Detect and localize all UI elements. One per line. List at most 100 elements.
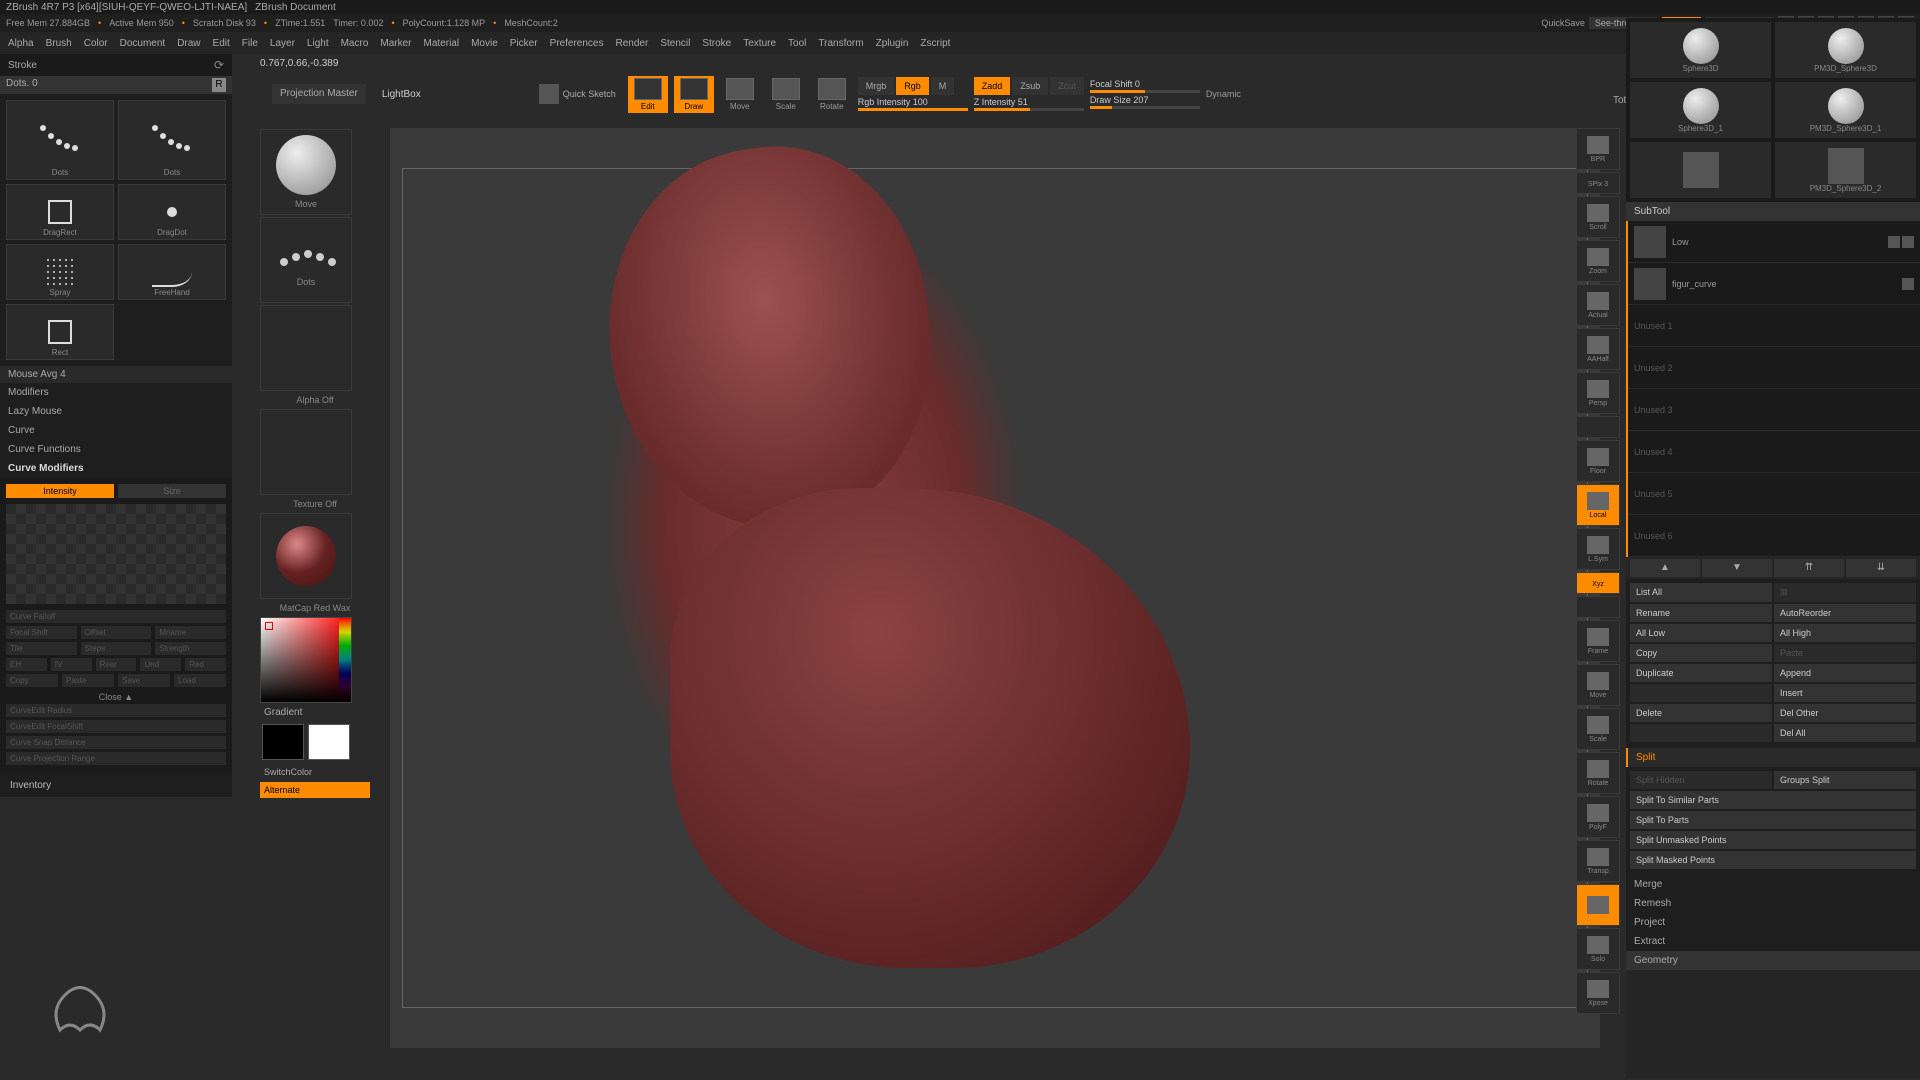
menu-color[interactable]: Color [84,38,108,49]
tool-thumb-5[interactable] [1630,142,1771,198]
subtool-item-unused2[interactable]: Unused 2 [1628,347,1920,389]
aahalf-tool[interactable]: AAHalf [1576,328,1620,370]
tool-thumb-2[interactable]: PM3D_Sphere3D [1775,22,1916,78]
load-btn[interactable]: Load [174,674,226,687]
hue-strip[interactable] [339,618,351,702]
copy-btn[interactable]: Copy [6,674,58,687]
subtool-item-low[interactable]: Low [1628,221,1920,263]
offset-slider[interactable]: Offset [81,626,152,639]
quicksketch-button[interactable]: Quick Sketch [533,82,622,106]
merge-section[interactable]: Merge [1626,875,1920,894]
save-btn[interactable]: Save [118,674,170,687]
delall-button[interactable]: Del All [1774,724,1916,742]
zsub-button[interactable]: Zsub [1012,77,1048,95]
stroke-dragrect[interactable]: Dots [118,100,226,180]
subtool-item-unused6[interactable]: Unused 6 [1628,515,1920,557]
tool-thumb-4[interactable]: PM3D_Sphere3D_1 [1775,82,1916,138]
curve-editor[interactable] [6,504,226,604]
scale-button[interactable]: Scale [766,76,806,113]
switchcolor-button[interactable]: SwitchColor [260,764,370,780]
menu-document[interactable]: Document [120,38,166,49]
alternate-button[interactable]: Alternate [260,782,370,798]
actual-tool[interactable]: Actual [1576,284,1620,326]
subtool-item-unused5[interactable]: Unused 5 [1628,473,1920,515]
stroke-preview[interactable]: Dots [260,217,352,303]
stroke-dragdot[interactable]: DragDot [118,184,226,240]
tool-thumb-1[interactable]: Sphere3D [1630,22,1771,78]
autoreorder-button[interactable]: AutoReorder [1774,604,1916,622]
stroke-spray[interactable]: Spray [6,244,114,300]
swatch-white[interactable] [308,724,350,760]
zoom-tool[interactable]: Zoom [1576,240,1620,282]
allhigh-button[interactable]: All High [1774,624,1916,642]
mouse-avg-slider[interactable]: Mouse Avg 4 [0,366,232,383]
subtool-item-unused4[interactable]: Unused 4 [1628,431,1920,473]
dynamic-toggle[interactable]: Dynamic [1206,89,1241,99]
groupssplit-button[interactable]: Groups Split [1774,771,1916,789]
focal-slider[interactable]: Focal Shift [6,626,77,639]
bpr-button[interactable]: BPR [1576,128,1620,170]
lazymouse-section[interactable]: Lazy Mouse [0,402,232,421]
scroll-tool[interactable]: Scroll [1576,196,1620,238]
menu-render[interactable]: Render [616,38,649,49]
tool-thumb-6[interactable]: PM3D_Sphere3D_2 [1775,142,1916,198]
curvemod-section[interactable]: Curve Modifiers [0,459,232,478]
tool-thumb-3[interactable]: Sphere3D_1 [1630,82,1771,138]
und-slider[interactable]: Und [140,658,181,671]
curveedit-radius[interactable]: CurveEdit Radius [6,704,226,717]
rgb-button[interactable]: Rgb [896,77,929,95]
menu-zscript[interactable]: Zscript [920,38,950,49]
splitunmasked-button[interactable]: Split Unmasked Points [1630,831,1916,849]
menu-movie[interactable]: Movie [471,38,498,49]
subtool-item-unused1[interactable]: Unused 1 [1628,305,1920,347]
menu-zplugin[interactable]: Zplugin [876,38,909,49]
menu-layer[interactable]: Layer [270,38,295,49]
rename-button[interactable]: Rename [1630,604,1772,622]
spix-slider[interactable]: SPix 3 [1576,172,1620,194]
persp-tool[interactable]: Persp [1576,372,1620,414]
insert-button[interactable]: Insert [1774,684,1916,702]
split-header[interactable]: Split [1626,748,1920,767]
subtool-item-unused3[interactable]: Unused 3 [1628,389,1920,431]
paste-button[interactable]: Paste [1774,644,1916,662]
menu-light[interactable]: Light [307,38,329,49]
stroke-r-button[interactable]: R [212,78,226,92]
stroke-dots[interactable]: Dots [6,100,114,180]
quicksave-button[interactable]: QuickSave [1541,18,1585,28]
transp-tool[interactable]: Transp [1576,840,1620,882]
arrow-alldown[interactable]: ⇊ [1846,559,1916,577]
refresh-icon[interactable]: ⟳ [214,58,224,72]
mname-slider[interactable]: Mname [155,626,226,639]
move-button[interactable]: Move [720,76,760,113]
modifiers-section[interactable]: Modifiers [0,383,232,402]
polyf-tool[interactable]: PolyF [1576,796,1620,838]
gradient-label[interactable]: Gradient [260,705,370,720]
menu-material[interactable]: Material [424,38,460,49]
subtool-header[interactable]: SubTool [1626,202,1920,221]
strength-slider[interactable]: Strength [155,642,226,655]
local-tool[interactable]: Local [1576,484,1620,526]
stroke-dragrect2[interactable]: DragRect [6,184,114,240]
xyz-tool[interactable]: Xyz [1576,572,1620,594]
extract-section[interactable]: Extract [1626,932,1920,951]
rotate-button[interactable]: Rotate [812,76,852,113]
curve-section[interactable]: Curve [0,421,232,440]
red-slider[interactable]: Red [185,658,226,671]
listall-button[interactable]: List All [1630,583,1772,602]
tile-slider[interactable]: Tile [6,642,77,655]
zcut-button[interactable]: Zcut [1050,77,1084,95]
alllow-button[interactable]: All Low [1630,624,1772,642]
copy-button[interactable]: Copy [1630,644,1772,662]
ghost-tool[interactable] [1576,884,1620,926]
scale-tool[interactable]: Scale [1576,708,1620,750]
xpose-tool[interactable]: Xpose [1576,972,1620,1014]
move-tool[interactable]: Move [1576,664,1620,706]
eh-slider[interactable]: EH [6,658,47,671]
arrow-allup[interactable]: ⇈ [1774,559,1844,577]
eye-icon[interactable] [1902,278,1914,290]
swatch-black[interactable] [262,724,304,760]
splitsimilar-button[interactable]: Split To Similar Parts [1630,791,1916,809]
menu-brush[interactable]: Brush [46,38,72,49]
subtool-item-figur[interactable]: figur_curve [1628,263,1920,305]
splitmasked-button[interactable]: Split Masked Points [1630,851,1916,869]
